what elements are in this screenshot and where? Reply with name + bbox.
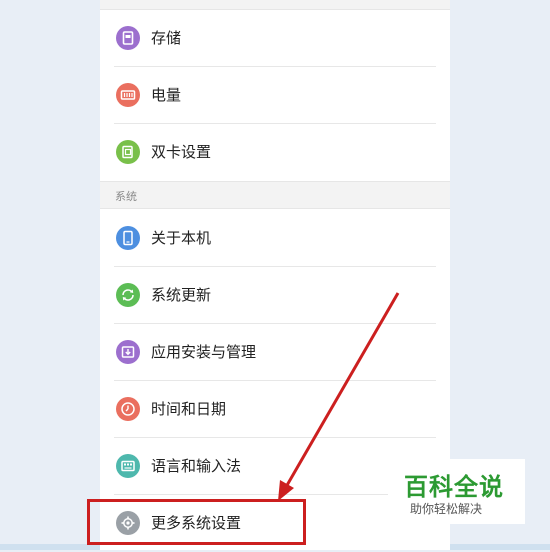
refresh-icon bbox=[116, 283, 140, 307]
highlight-box bbox=[87, 499, 306, 545]
storage-icon bbox=[116, 26, 140, 50]
settings-item-battery[interactable]: 电量 bbox=[100, 67, 450, 124]
clock-icon bbox=[116, 397, 140, 421]
dual-sim-icon bbox=[116, 140, 140, 164]
keyboard-icon bbox=[116, 454, 140, 478]
settings-item-system-update[interactable]: 系统更新 bbox=[100, 267, 450, 324]
watermark: 百科全说 助你轻松解决 bbox=[388, 459, 525, 524]
settings-item-label: 语言和输入法 bbox=[151, 457, 242, 475]
settings-item-label: 存储 bbox=[151, 29, 182, 47]
settings-item-storage[interactable]: 存储 bbox=[100, 10, 450, 67]
battery-icon bbox=[116, 83, 140, 107]
settings-item-date-time[interactable]: 时间和日期 bbox=[100, 381, 450, 438]
settings-item-label: 时间和日期 bbox=[151, 400, 227, 418]
settings-item-label: 关于本机 bbox=[151, 229, 212, 247]
settings-item-label: 双卡设置 bbox=[151, 143, 212, 161]
phone-icon bbox=[116, 226, 140, 250]
settings-item-app-management[interactable]: 应用安装与管理 bbox=[100, 324, 450, 381]
top-section-strip bbox=[100, 0, 450, 10]
settings-item-label: 系统更新 bbox=[151, 286, 212, 304]
settings-item-label: 电量 bbox=[151, 86, 182, 104]
watermark-subtitle: 助你轻松解决 bbox=[410, 502, 483, 516]
watermark-title: 百科全说 bbox=[404, 473, 504, 501]
section-title: 系统 bbox=[115, 190, 137, 203]
settings-item-label: 应用安装与管理 bbox=[151, 343, 257, 361]
settings-item-dual-sim[interactable]: 双卡设置 bbox=[100, 124, 450, 181]
settings-item-about-phone[interactable]: 关于本机 bbox=[100, 210, 450, 267]
section-header-system: 系统 bbox=[100, 181, 450, 209]
app-install-icon bbox=[116, 340, 140, 364]
